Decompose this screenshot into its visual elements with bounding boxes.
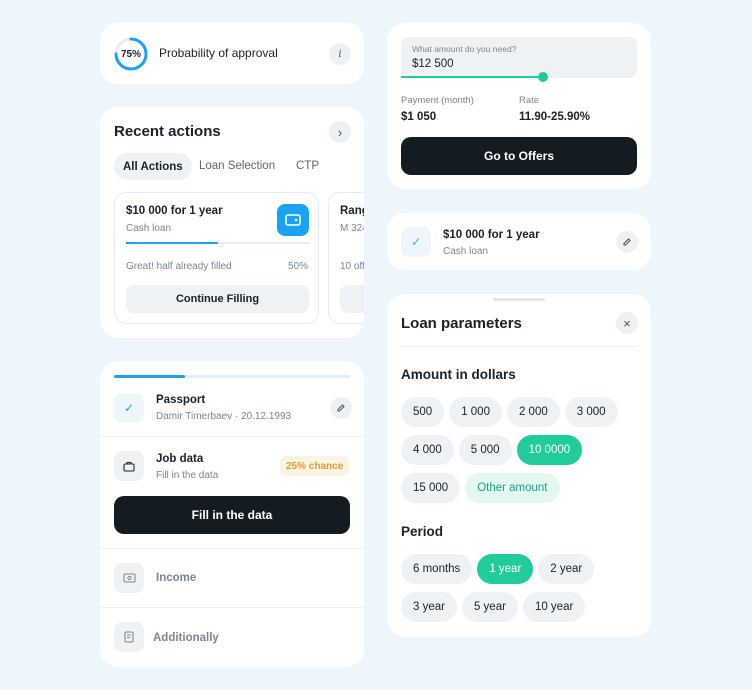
action-card-progress-track <box>126 242 310 244</box>
amount-slider-fill <box>401 76 543 78</box>
action-card-loan[interactable]: $10 000 for 1 year Cash loan Great! half… <box>114 192 319 324</box>
wallet-icon <box>277 204 309 236</box>
action-card-progress-text: Great! half already filled <box>126 261 232 272</box>
selected-loan-subtitle: Cash loan <box>443 246 489 257</box>
document-icon <box>114 622 144 652</box>
tab-loan-selection[interactable]: Loan Selection <box>199 160 275 172</box>
amount-chip[interactable]: Other amount <box>465 473 560 503</box>
application-steps-card: ✓ Passport Damir Timerbaev · 20.12.1993 … <box>100 361 364 667</box>
amount-chips: 500 1 000 2 000 3 000 4 000 5 000 10 0000 15 00… <box>401 397 641 511</box>
selected-loan-title: $10 000 for 1 year <box>443 229 540 241</box>
amount-chip[interactable]: 15 000 <box>401 473 461 503</box>
payment-value: $1 050 <box>401 111 437 123</box>
amount-chip[interactable]: 3 000 <box>564 397 618 427</box>
rate-value: 11.90-25.90% <box>519 111 590 123</box>
action-card-progress-bar <box>126 242 218 244</box>
loan-parameters-card: Loan parameters × Amount in dollars 500 1… <box>387 294 651 637</box>
amount-input[interactable]: What amount do you need? $12 500 <box>401 37 637 82</box>
go-to-offers-button[interactable]: Go to Offers <box>401 137 637 175</box>
sheet-handle[interactable] <box>493 298 545 301</box>
payment-label: Payment (month) <box>401 95 474 106</box>
amount-section-title: Amount in dollars <box>401 367 516 382</box>
action-card-2-progress-text: 10 off <box>340 261 364 272</box>
recent-actions-card: Recent actions › All Actions Loan Select… <box>100 107 364 338</box>
loan-params-title: Loan parameters <box>401 315 522 332</box>
step-job-data: Job data Fill in the data 25% chance Fil… <box>100 437 364 549</box>
amount-chip[interactable]: 5 000 <box>458 435 512 465</box>
period-chip[interactable]: 5 year <box>461 592 518 622</box>
tab-ctp[interactable]: CTP <box>296 160 319 172</box>
approval-percent: 75% <box>120 48 141 60</box>
edit-icon[interactable] <box>616 231 638 253</box>
amount-slider-thumb[interactable] <box>537 72 548 82</box>
amount-form-card: What amount do you need? $12 500 Payment… <box>387 23 651 189</box>
briefcase-icon <box>114 451 144 481</box>
amount-input-value: $12 500 <box>412 58 454 70</box>
amount-chip[interactable]: 10 0000 <box>516 435 583 465</box>
rate-label: Rate <box>519 95 540 106</box>
action-card-range[interactable]: Rang M 324 10 off <box>328 192 364 324</box>
income-icon <box>114 563 144 593</box>
step-job-subtitle: Fill in the data <box>156 470 219 481</box>
action-card-2-title: Rang <box>340 205 364 217</box>
fill-in-data-button[interactable]: Fill in the data <box>114 496 350 534</box>
amount-chip[interactable]: 500 <box>401 397 445 427</box>
period-chips: 6 months 1 year 2 year 3 year 5 year 10 year <box>401 554 641 630</box>
close-icon[interactable]: × <box>616 312 638 334</box>
amount-chip[interactable]: 1 000 <box>449 397 502 427</box>
step-income[interactable]: Income <box>100 549 364 608</box>
action-card-2-button[interactable] <box>340 285 364 313</box>
step-additionally[interactable]: Additionally <box>100 608 364 667</box>
action-card-2-subtitle: M 324 <box>340 223 364 234</box>
approval-card: 75% Probability of approval i <box>100 23 364 84</box>
amount-chip[interactable]: 2 000 <box>506 397 560 427</box>
period-chip[interactable]: 3 year <box>401 592 457 622</box>
continue-filling-button[interactable]: Continue Filling <box>126 285 309 313</box>
amount-slider[interactable] <box>401 72 637 82</box>
action-card-subtitle: Cash loan <box>126 223 172 234</box>
period-chip[interactable]: 1 year <box>477 554 534 584</box>
amount-input-label: What amount do you need? <box>412 44 517 54</box>
period-chip[interactable]: 2 year <box>538 554 595 584</box>
edit-icon[interactable] <box>330 397 352 419</box>
approval-label: Probability of approval <box>159 46 278 60</box>
step-passport-title: Passport <box>156 394 206 406</box>
selected-loan-card[interactable]: ✓ $10 000 for 1 year Cash loan <box>387 213 651 270</box>
period-chip[interactable]: 10 year <box>522 592 586 622</box>
chance-badge: 25% chance <box>280 456 350 476</box>
info-icon[interactable]: i <box>329 43 351 65</box>
check-icon: ✓ <box>401 227 431 257</box>
step-job-title: Job data <box>156 453 204 465</box>
check-icon: ✓ <box>114 393 144 423</box>
recent-actions-title: Recent actions <box>114 123 221 140</box>
chevron-right-icon[interactable]: › <box>329 121 351 143</box>
action-card-title: $10 000 for 1 year <box>126 205 223 217</box>
divider <box>401 346 637 347</box>
action-card-progress-pct: 50% <box>287 261 308 272</box>
step-passport[interactable]: ✓ Passport Damir Timerbaev · 20.12.1993 <box>100 378 364 437</box>
period-section-title: Period <box>401 524 444 539</box>
step-passport-subtitle: Damir Timerbaev · 20.12.1993 <box>156 411 292 422</box>
step-income-title: Income <box>156 572 197 584</box>
step-additionally-title: Additionally <box>153 632 219 644</box>
tab-all-actions[interactable]: All Actions <box>114 153 192 180</box>
amount-chip[interactable]: 4 000 <box>401 435 454 465</box>
period-chip[interactable]: 6 months <box>401 554 473 584</box>
